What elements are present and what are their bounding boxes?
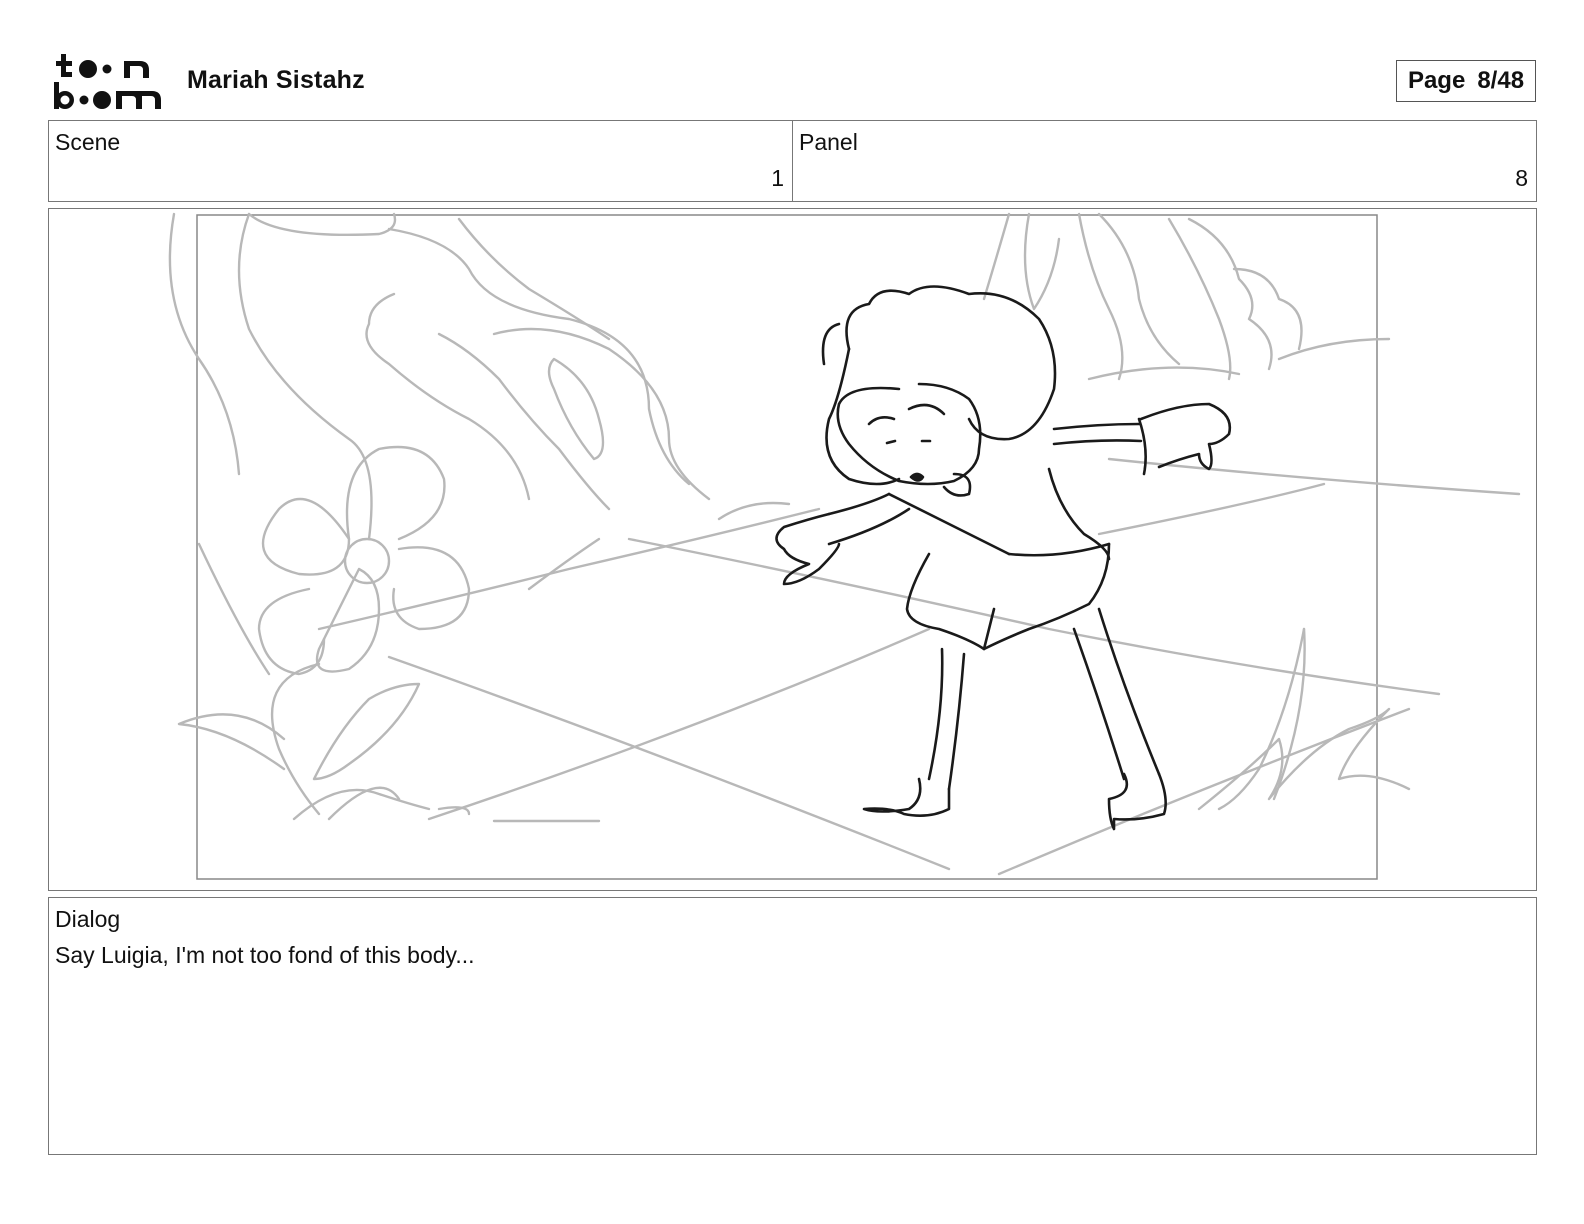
toonboom-logo	[54, 54, 161, 109]
camera-frame	[196, 214, 1378, 880]
scene-panel-info: Scene 1 Panel 8	[48, 120, 1537, 202]
page-label: Page	[1407, 67, 1466, 94]
panel-value: 8	[1515, 165, 1528, 191]
page-number: 8/48	[1477, 67, 1525, 94]
dialog-text: Say Luigia, I'm not too fond of this bod…	[55, 942, 475, 968]
page-indicator: Page 8/48	[1396, 60, 1536, 102]
background-sketch	[168, 212, 1521, 876]
panel-cell: Panel 8	[792, 121, 1536, 201]
project-title: Mariah Sistahz	[187, 66, 365, 94]
panel-label: Panel	[799, 129, 858, 155]
storyboard-frame	[48, 208, 1537, 891]
dialog-box: Dialog Say Luigia, I'm not too fond of t…	[48, 897, 1537, 1155]
scene-cell: Scene 1	[49, 121, 792, 201]
scene-label: Scene	[55, 129, 121, 155]
scene-value: 1	[771, 165, 784, 191]
dialog-label: Dialog	[55, 906, 121, 932]
storyboard-sketch	[168, 212, 1521, 880]
